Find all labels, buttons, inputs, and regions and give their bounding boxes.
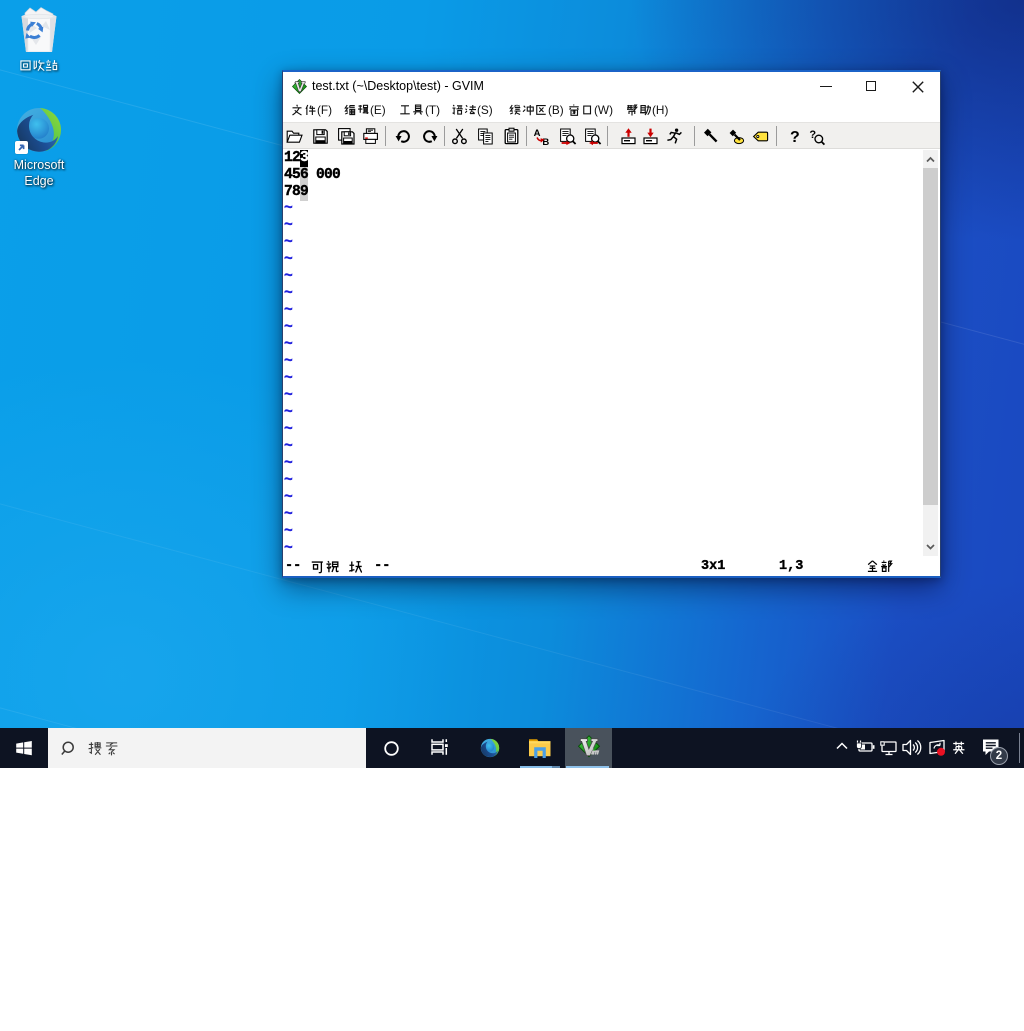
svg-text:B: B (542, 137, 549, 146)
svg-text:A: A (533, 128, 540, 139)
svg-text:?: ? (790, 129, 800, 146)
